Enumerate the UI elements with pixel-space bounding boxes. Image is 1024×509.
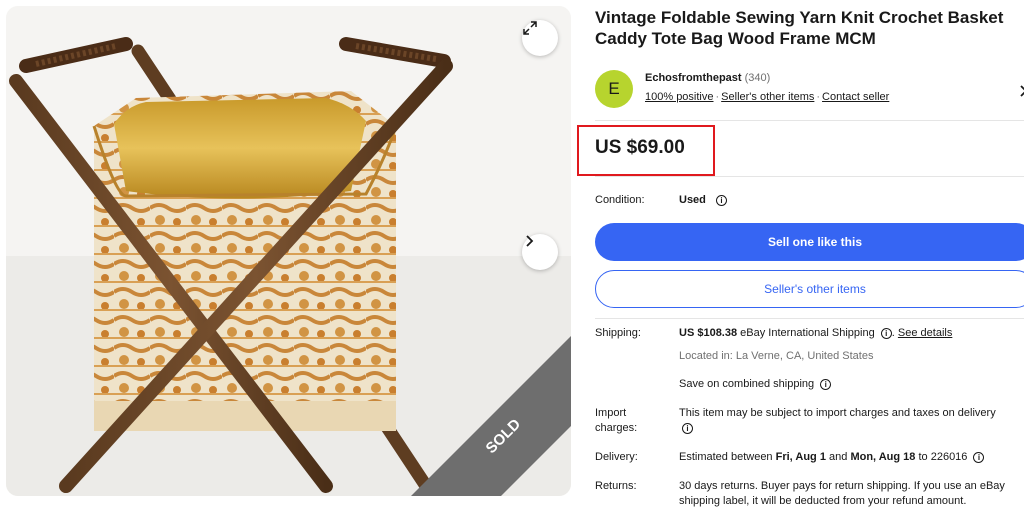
- delivery-row: Estimated between Fri, Aug 1 and Mon, Au…: [679, 450, 985, 465]
- shipping-row: US $108.38 eBay International Shipping i…: [679, 327, 953, 339]
- condition-row: Used i: [679, 193, 727, 208]
- info-icon[interactable]: i: [715, 194, 727, 206]
- product-title: Vintage Foldable Sewing Yarn Knit Croche…: [595, 8, 1004, 48]
- import-label-line1: Import: [595, 407, 627, 419]
- import-charges-row: This item may be subject to import charg…: [679, 406, 1024, 436]
- divider: [595, 176, 1024, 177]
- import-charges-text: This item may be subject to import charg…: [679, 407, 996, 419]
- combined-shipping-text: Save on combined shipping: [679, 378, 815, 390]
- seller-card: E Echosfromthepast (340) 100% positive · S…: [595, 70, 1024, 110]
- import-charges-label: Import charges:: [595, 406, 637, 436]
- import-label-line2: charges:: [595, 422, 638, 434]
- see-details-link[interactable]: See details: [898, 327, 952, 339]
- shipping-label: Shipping:: [595, 327, 641, 339]
- delivery-prefix: Estimated between: [679, 451, 773, 463]
- condition-label: Condition:: [595, 194, 645, 206]
- divider: [595, 120, 1024, 121]
- delivery-and: and: [829, 451, 848, 463]
- separator-dot: ·: [816, 91, 821, 103]
- price: US $69.00: [595, 137, 685, 158]
- delivery-label: Delivery:: [595, 451, 638, 463]
- divider: [595, 318, 1024, 319]
- image-gallery[interactable]: SOLD: [6, 6, 571, 496]
- delivery-date-start: Fri, Aug 1: [775, 451, 826, 463]
- condition-value: Used: [679, 194, 706, 206]
- expand-image-button[interactable]: [522, 20, 558, 56]
- combined-shipping-row: Save on combined shipping i: [679, 377, 832, 392]
- info-icon[interactable]: i: [880, 327, 892, 339]
- info-icon[interactable]: i: [973, 451, 985, 463]
- delivery-date-end: Mon, Aug 18: [850, 451, 916, 463]
- chevron-right-icon[interactable]: [1019, 84, 1024, 98]
- seller-other-items-link[interactable]: Seller's other items: [721, 91, 814, 103]
- next-image-button[interactable]: [522, 234, 558, 270]
- delivery-zip: to 226016: [918, 451, 968, 463]
- returns-line1: 30 days returns. Buyer pays for return s…: [679, 480, 1005, 492]
- info-icon[interactable]: i: [820, 378, 832, 390]
- sold-banner: SOLD: [411, 336, 571, 496]
- item-location: Located in: La Verne, CA, United States: [679, 350, 874, 362]
- returns-line2: shipping label, it will be deducted from…: [679, 495, 967, 507]
- shipping-service: eBay International Shipping: [740, 327, 875, 339]
- seller-avatar[interactable]: E: [595, 70, 633, 108]
- seller-name-row: Echosfromthepast (340): [645, 72, 770, 84]
- returns-label: Returns:: [595, 480, 637, 492]
- contact-seller-link[interactable]: Contact seller: [822, 91, 889, 103]
- seller-other-items-button[interactable]: Seller's other items: [595, 270, 1024, 308]
- info-icon[interactable]: i: [682, 422, 693, 434]
- shipping-amount: US $108.38: [679, 327, 738, 339]
- chevron-right-icon: [526, 235, 534, 247]
- sell-one-like-this-button[interactable]: Sell one like this: [595, 223, 1024, 261]
- seller-name[interactable]: Echosfromthepast: [645, 72, 742, 84]
- seller-feedback-count: (340): [744, 72, 771, 84]
- seller-positive-link[interactable]: 100% positive: [645, 91, 714, 103]
- seller-links: 100% positive · Seller's other items · Conta…: [645, 91, 889, 103]
- expand-icon: [523, 21, 537, 35]
